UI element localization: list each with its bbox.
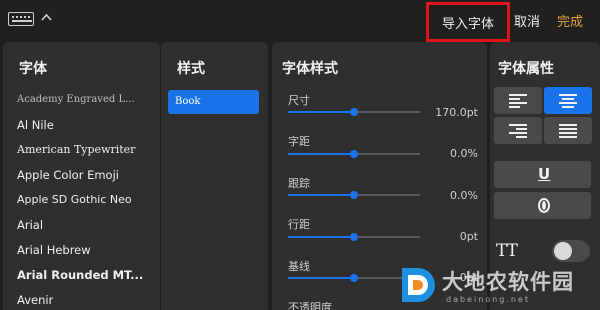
style-item-book[interactable]: Book (168, 90, 259, 114)
watermark-title: 大地农软件园 (442, 270, 574, 294)
import-font-button[interactable]: 导入字体 (426, 2, 510, 42)
all-caps-icon: TT (496, 241, 518, 261)
style-panel-title: 样式 (177, 61, 205, 77)
underline-icon: U (538, 165, 551, 183)
import-font-label: 导入字体 (441, 16, 494, 32)
font-list-panel: 字体 Academy Engraved L... Al Nile America… (3, 42, 160, 310)
site-watermark: 大地农软件园 dabeinong.net (398, 262, 600, 310)
watermark-subtitle: dabeinong.net (446, 295, 530, 304)
param-label: 行距 (288, 218, 310, 231)
align-right-icon (509, 124, 527, 140)
cancel-button[interactable]: 取消 (514, 11, 540, 30)
size-slider[interactable] (288, 108, 420, 116)
kerning-slider[interactable] (288, 150, 420, 158)
font-panel-title: 字体 (19, 61, 47, 77)
keyboard-icon[interactable] (8, 12, 34, 26)
outline-button[interactable] (494, 192, 591, 219)
watermark-logo-icon (402, 268, 435, 302)
param-value: 0.0% (450, 147, 478, 160)
param-label: 尺寸 (288, 94, 310, 107)
param-value: 170.0pt (435, 106, 478, 119)
font-item[interactable]: Arial Rounded MT... (17, 267, 157, 292)
params-panel-title: 字体样式 (282, 61, 338, 77)
param-label: 不透明度 (288, 301, 332, 310)
done-button[interactable]: 完成 (557, 11, 583, 30)
tracking-slider[interactable] (288, 191, 420, 199)
chevron-up-icon[interactable] (41, 12, 52, 23)
font-item[interactable]: Academy Engraved L... (17, 92, 157, 117)
font-item[interactable]: Apple SD Gothic Neo (17, 192, 157, 217)
font-item[interactable]: Al Nile (17, 117, 157, 142)
font-item[interactable]: Apple Color Emoji (17, 167, 157, 192)
param-value: 0pt (459, 230, 478, 243)
font-list: Academy Engraved L... Al Nile American T… (17, 92, 157, 310)
align-center-button[interactable] (544, 87, 592, 114)
param-label: 跟踪 (288, 177, 310, 190)
align-left-icon (509, 94, 527, 110)
param-value: 0.0% (450, 189, 478, 202)
align-right-button[interactable] (494, 117, 542, 144)
align-left-button[interactable] (494, 87, 542, 114)
align-justify-button[interactable] (544, 117, 592, 144)
align-justify-icon (559, 124, 577, 140)
font-style-panel: 样式 Book (161, 42, 268, 310)
attrs-panel-title: 字体属性 (498, 61, 554, 77)
all-caps-toggle[interactable] (552, 240, 590, 262)
font-item[interactable]: Arial (17, 217, 157, 242)
font-item[interactable]: Avenir (17, 292, 157, 310)
outline-text-icon (538, 198, 550, 213)
font-item[interactable]: Arial Hebrew (17, 242, 157, 267)
align-center-icon (559, 94, 577, 110)
top-toolbar: 导入字体 取消 完成 (0, 0, 600, 42)
underline-button[interactable]: U (494, 161, 591, 188)
param-label: 基线 (288, 260, 310, 273)
font-item[interactable]: American Typewriter (17, 142, 157, 167)
leading-slider[interactable] (288, 233, 420, 241)
param-label: 字距 (288, 135, 310, 148)
